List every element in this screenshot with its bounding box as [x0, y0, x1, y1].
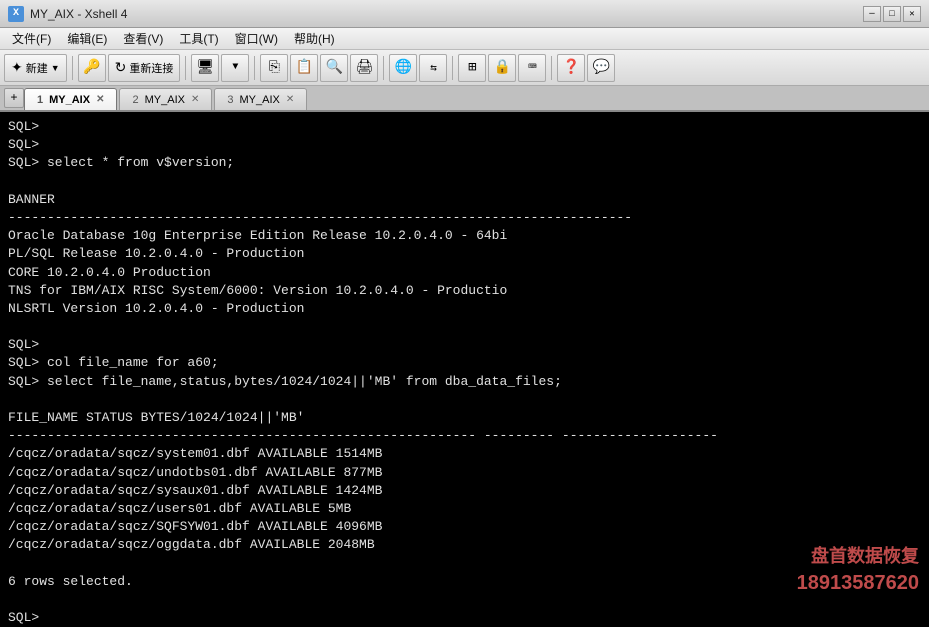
tab-2-label: MY_AIX: [145, 94, 185, 106]
reconnect-label: 重新连接: [129, 60, 173, 76]
key-button[interactable]: 🔑: [78, 54, 106, 82]
grid-button[interactable]: ⊞: [458, 54, 486, 82]
terminal-line: NLSRTL Version 10.2.0.4.0 - Production: [8, 300, 921, 318]
dropdown-button[interactable]: ▼: [221, 54, 249, 82]
keyboard-button[interactable]: ⌨: [518, 54, 546, 82]
add-tab-button[interactable]: +: [4, 88, 24, 108]
terminal-line: /cqcz/oradata/sqcz/users01.dbf AVAILABLE…: [8, 500, 921, 518]
terminal-line: SQL>: [8, 336, 921, 354]
tab-1-label: MY_AIX: [49, 94, 90, 106]
terminal-line: SQL> col file_name for a60;: [8, 354, 921, 372]
toolbar: ✦ 新建 ▼ 🔑 ↻ 重新连接 🖥 ▼ ⎘ 📋 🔍 🖨 🌐 ⇆ ⊞ 🔒 ⌨ ❓ …: [0, 50, 929, 86]
chat-button[interactable]: 💬: [587, 54, 615, 82]
terminal-line: ----------------------------------------…: [8, 209, 921, 227]
new-label: 新建: [26, 60, 48, 76]
copy-button[interactable]: ⎘: [260, 54, 288, 82]
terminal-line: SQL>: [8, 609, 921, 627]
toolbar-separator-6: [551, 56, 552, 80]
tab-3-num: 3: [227, 94, 233, 106]
tab-1[interactable]: 1 MY_AIX ✕: [24, 88, 117, 110]
maximize-button[interactable]: □: [883, 6, 901, 22]
monitor-button[interactable]: 🖥: [191, 54, 219, 82]
terminal-line: /cqcz/oradata/sqcz/sysaux01.dbf AVAILABL…: [8, 482, 921, 500]
menu-item-w[interactable]: 窗口(W): [227, 28, 286, 49]
terminal-line: [8, 591, 921, 609]
terminal-line: [8, 318, 921, 336]
watermark-text-2: 18913587620: [797, 569, 919, 597]
toolbar-separator-3: [254, 56, 255, 80]
watermark: 盘首数据恢复 18913587620: [797, 544, 919, 597]
terminal-line: [8, 555, 921, 573]
tab-2[interactable]: 2 MY_AIX ✕: [119, 88, 212, 110]
terminal-line: SQL> select file_name,status,bytes/1024/…: [8, 373, 921, 391]
transfer-button[interactable]: ⇆: [419, 54, 447, 82]
globe-button[interactable]: 🌐: [389, 54, 417, 82]
tab-3-close[interactable]: ✕: [286, 94, 294, 105]
terminal-line: 6 rows selected.: [8, 573, 921, 591]
menu-item-f[interactable]: 文件(F): [4, 28, 59, 49]
terminal-line: /cqcz/oradata/sqcz/SQFSYW01.dbf AVAILABL…: [8, 518, 921, 536]
toolbar-separator-2: [185, 56, 186, 80]
terminal-line: Oracle Database 10g Enterprise Edition R…: [8, 227, 921, 245]
reconnect-icon: ↻: [115, 59, 127, 76]
new-button[interactable]: ✦ 新建 ▼: [4, 54, 67, 82]
terminal-line: /cqcz/oradata/sqcz/oggdata.dbf AVAILABLE…: [8, 536, 921, 554]
terminal-line: /cqcz/oradata/sqcz/system01.dbf AVAILABL…: [8, 445, 921, 463]
print-button[interactable]: 🖨: [350, 54, 378, 82]
terminal-line: /cqcz/oradata/sqcz/undotbs01.dbf AVAILAB…: [8, 464, 921, 482]
window-title: MY_AIX - Xshell 4: [30, 7, 861, 21]
menu-item-v[interactable]: 查看(V): [115, 28, 171, 49]
app-icon: X: [8, 6, 24, 22]
terminal-line: SQL> select * from v$version;: [8, 154, 921, 172]
terminal-line: ----------------------------------------…: [8, 427, 921, 445]
help-button[interactable]: ❓: [557, 54, 585, 82]
terminal[interactable]: SQL>SQL>SQL> select * from v$version; BA…: [0, 112, 929, 627]
minimize-button[interactable]: ─: [863, 6, 881, 22]
tab-1-num: 1: [37, 94, 43, 106]
terminal-line: [8, 391, 921, 409]
menu-item-t[interactable]: 工具(T): [171, 28, 226, 49]
terminal-line: FILE_NAME STATUS BYTES/1024/1024||'MB': [8, 409, 921, 427]
menu-item-e[interactable]: 编辑(E): [59, 28, 115, 49]
tab-2-close[interactable]: ✕: [191, 94, 199, 105]
toolbar-separator-1: [72, 56, 73, 80]
menu-item-h[interactable]: 帮助(H): [286, 28, 343, 49]
paste-button[interactable]: 📋: [290, 54, 318, 82]
toolbar-separator-5: [452, 56, 453, 80]
toolbar-separator-4: [383, 56, 384, 80]
terminal-line: SQL>: [8, 136, 921, 154]
terminal-line: BANNER: [8, 191, 921, 209]
reconnect-button[interactable]: ↻ 重新连接: [108, 54, 181, 82]
terminal-line: SQL>: [8, 118, 921, 136]
new-dropdown-icon[interactable]: ▼: [51, 63, 60, 73]
tab-1-close[interactable]: ✕: [96, 94, 104, 105]
menubar: 文件(F)编辑(E)查看(V)工具(T)窗口(W)帮助(H): [0, 28, 929, 50]
tab-3[interactable]: 3 MY_AIX ✕: [214, 88, 307, 110]
terminal-line: [8, 173, 921, 191]
tabbar: + 1 MY_AIX ✕ 2 MY_AIX ✕ 3 MY_AIX ✕: [0, 86, 929, 112]
titlebar: X MY_AIX - Xshell 4 ─ □ ✕: [0, 0, 929, 28]
tab-2-num: 2: [132, 94, 138, 106]
tab-3-label: MY_AIX: [239, 94, 279, 106]
terminal-line: PL/SQL Release 10.2.0.4.0 - Production: [8, 245, 921, 263]
terminal-line: CORE 10.2.0.4.0 Production: [8, 264, 921, 282]
terminal-line: TNS for IBM/AIX RISC System/6000: Versio…: [8, 282, 921, 300]
close-button[interactable]: ✕: [903, 6, 921, 22]
watermark-text-1: 盘首数据恢复: [797, 544, 919, 569]
new-icon: ✦: [11, 59, 23, 76]
lock-button[interactable]: 🔒: [488, 54, 516, 82]
find-button[interactable]: 🔍: [320, 54, 348, 82]
